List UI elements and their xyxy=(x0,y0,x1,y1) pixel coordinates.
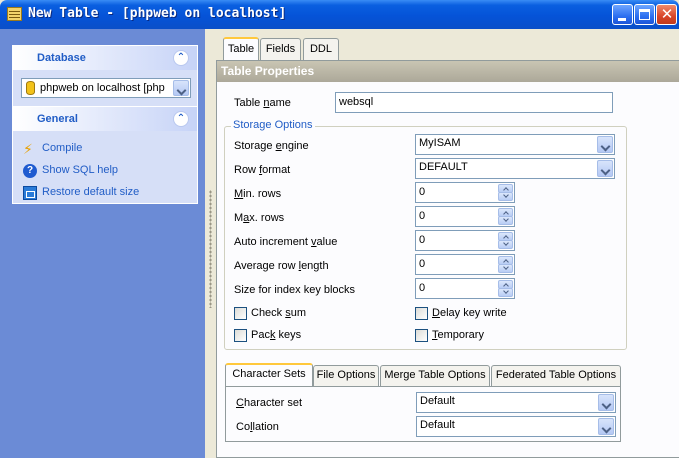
max-rows-value: 0 xyxy=(419,210,426,222)
collapse-icon[interactable]: ⌃ xyxy=(173,50,189,66)
show-sql-help-label: Show SQL help xyxy=(42,164,119,176)
storage-options-title: Storage Options xyxy=(231,119,315,131)
database-panel: Database ⌃ phpweb on localhost [php xyxy=(12,45,198,107)
chevron-down-icon[interactable] xyxy=(598,394,614,411)
tab-fields[interactable]: Fields xyxy=(260,38,301,60)
spin-down-icon[interactable] xyxy=(498,288,513,297)
spin-down-icon[interactable] xyxy=(498,192,513,201)
max-rows-label: Max. rows xyxy=(234,212,285,224)
pack-keys-label: Pack keys xyxy=(251,329,302,341)
maximize-button[interactable] xyxy=(634,4,655,25)
close-button[interactable]: ✕ xyxy=(656,4,677,25)
check-sum-checkbox[interactable] xyxy=(234,307,247,320)
avg-row-length-value: 0 xyxy=(419,258,426,270)
spin-down-icon[interactable] xyxy=(498,216,513,225)
subtab-merge-table-options[interactable]: Merge Table Options xyxy=(380,365,490,386)
general-panel: General ⌃ ⚡ Compile ? Show SQL help Rest… xyxy=(12,106,198,204)
avg-row-length-label: Average row length xyxy=(234,260,329,272)
spin-down-icon[interactable] xyxy=(498,264,513,273)
collation-value: Default xyxy=(420,419,455,431)
delay-key-write-label: Delay key write xyxy=(432,307,507,319)
delay-key-write-checkbox[interactable] xyxy=(415,307,428,320)
table-properties-header: Table Properties xyxy=(217,61,679,82)
restore-default-size-label: Restore default size xyxy=(42,186,140,198)
min-rows-label: Min. rows xyxy=(234,188,282,200)
general-panel-title: General xyxy=(37,113,78,125)
chevron-down-icon[interactable] xyxy=(173,80,189,96)
sidebar: Database ⌃ phpweb on localhost [php Gene… xyxy=(0,29,205,458)
tab-table[interactable]: Table xyxy=(223,37,259,60)
collation-select[interactable]: Default xyxy=(416,416,616,437)
general-panel-header[interactable]: General ⌃ xyxy=(13,107,197,131)
splitter-grip[interactable] xyxy=(209,190,212,308)
character-set-label: Character set xyxy=(236,397,303,409)
row-format-value: DEFAULT xyxy=(419,161,468,173)
avg-row-length-stepper[interactable]: 0 xyxy=(415,254,515,275)
auto-increment-label: Auto increment value xyxy=(234,236,338,248)
bolt-icon: ⚡ xyxy=(23,141,33,157)
collapse-icon[interactable]: ⌃ xyxy=(173,111,189,127)
storage-engine-value: MyISAM xyxy=(419,137,461,149)
max-rows-stepper[interactable]: 0 xyxy=(415,206,515,227)
chevron-down-icon[interactable] xyxy=(597,136,613,153)
title-bar[interactable]: New Table - [phpweb on localhost] ✕ xyxy=(0,0,679,29)
row-format-label: Row format xyxy=(234,164,291,176)
table-name-input[interactable]: websql xyxy=(335,92,613,113)
minimize-icon xyxy=(618,18,626,21)
close-icon: ✕ xyxy=(660,6,674,23)
restore-icon xyxy=(23,186,37,200)
help-icon: ? xyxy=(23,164,37,178)
temporary-checkbox[interactable] xyxy=(415,329,428,342)
database-select-value: phpweb on localhost [php xyxy=(40,82,165,94)
pack-keys-checkbox[interactable] xyxy=(234,329,247,342)
table-icon xyxy=(7,7,22,21)
database-select[interactable]: phpweb on localhost [php xyxy=(21,78,191,98)
subtab-character-sets[interactable]: Character Sets xyxy=(225,363,313,386)
row-format-select[interactable]: DEFAULT xyxy=(415,158,615,179)
auto-increment-stepper[interactable]: 0 xyxy=(415,230,515,251)
index-key-blocks-value: 0 xyxy=(419,282,426,294)
character-set-value: Default xyxy=(420,395,455,407)
chevron-down-icon[interactable] xyxy=(597,160,613,177)
table-tab-content: Table Properties Table name websql Stora… xyxy=(216,60,679,458)
min-rows-stepper[interactable]: 0 xyxy=(415,182,515,203)
collation-label: Collation xyxy=(236,421,279,433)
tab-ddl[interactable]: DDL xyxy=(303,38,339,60)
database-panel-header[interactable]: Database ⌃ xyxy=(13,46,197,70)
window-title: New Table - [phpweb on localhost] xyxy=(28,6,287,21)
minimize-button[interactable] xyxy=(612,4,633,25)
table-name-label: Table name xyxy=(234,97,291,109)
temporary-label: Temporary xyxy=(432,329,484,341)
character-set-select[interactable]: Default xyxy=(416,392,616,413)
compile-label: Compile xyxy=(42,142,83,154)
character-sets-panel: Character set Default Collation Default xyxy=(225,386,621,442)
database-panel-title: Database xyxy=(37,52,86,64)
chevron-down-icon[interactable] xyxy=(598,418,614,435)
index-key-blocks-stepper[interactable]: 0 xyxy=(415,278,515,299)
subtab-file-options[interactable]: File Options xyxy=(313,365,379,386)
min-rows-value: 0 xyxy=(419,186,426,198)
auto-increment-value: 0 xyxy=(419,234,426,246)
subtab-federated-table-options[interactable]: Federated Table Options xyxy=(491,365,621,386)
storage-engine-label: Storage engine xyxy=(234,140,309,152)
storage-engine-select[interactable]: MyISAM xyxy=(415,134,615,155)
check-sum-label: Check sum xyxy=(251,307,307,319)
spin-down-icon[interactable] xyxy=(498,240,513,249)
database-icon xyxy=(26,81,35,95)
maximize-icon xyxy=(639,9,650,20)
index-key-blocks-label: Size for index key blocks xyxy=(234,284,356,296)
